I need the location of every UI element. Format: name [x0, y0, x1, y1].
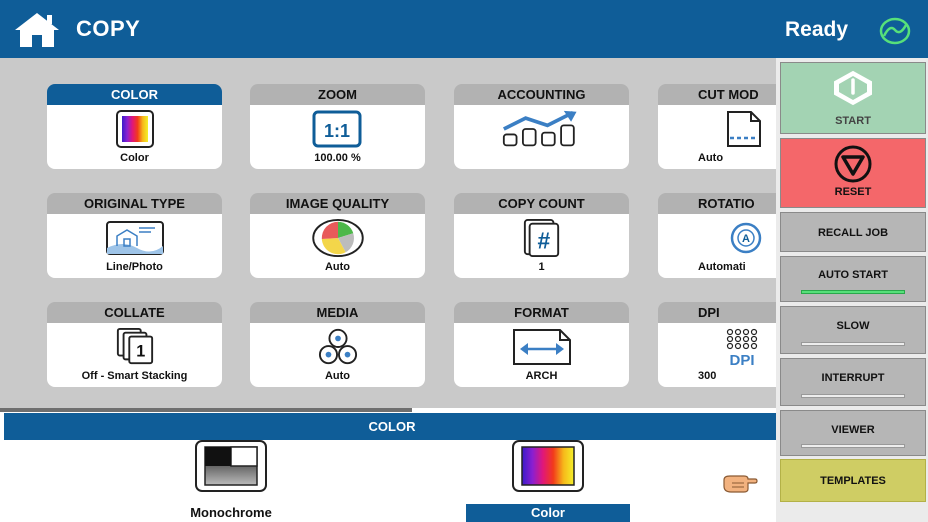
tile-accounting-label: ACCOUNTING	[454, 84, 629, 105]
interrupt-indicator	[801, 394, 905, 398]
media-rolls-icon	[318, 328, 357, 365]
tile-zoom-label: ZOOM	[250, 84, 425, 105]
slow-button[interactable]: SLOW	[780, 306, 926, 354]
option-monochrome-label[interactable]: Monochrome	[171, 504, 291, 522]
line-photo-icon	[105, 221, 164, 255]
rotation-auto-icon: A	[730, 222, 762, 254]
accounting-chart-icon	[502, 110, 577, 147]
tile-collate[interactable]: COLLATE 1 Off - Smart Stacking	[47, 302, 222, 387]
tile-collate-label: COLLATE	[47, 302, 222, 323]
templates-label: TEMPLATES	[820, 475, 886, 487]
tile-image-quality-label: IMAGE QUALITY	[250, 193, 425, 214]
auto-start-indicator	[801, 290, 905, 294]
tile-accounting[interactable]: ACCOUNTING	[454, 84, 629, 169]
tile-copy-count-value: 1	[538, 261, 545, 273]
cut-mode-icon	[727, 111, 761, 147]
reset-button-label: RESET	[834, 186, 872, 198]
zoom-icon-text: 1:1	[323, 121, 349, 141]
color-options-panel: COLOR	[0, 408, 780, 522]
tile-color-value: Color	[120, 152, 149, 164]
interrupt-button[interactable]: INTERRUPT	[780, 358, 926, 406]
recall-job-label: RECALL JOB	[817, 227, 889, 239]
color-panel-title: COLOR	[4, 413, 780, 440]
tile-format-label: FORMAT	[454, 302, 629, 323]
viewer-indicator	[801, 444, 905, 448]
tile-original-type[interactable]: ORIGINAL TYPE Line/Photo	[47, 193, 222, 278]
settings-grid: COLOR Color ZOOM 1:1 100.00 % ACCOUNTING	[0, 58, 833, 408]
tile-color[interactable]: COLOR Color	[47, 84, 222, 169]
copy-count-hash-icon: #	[523, 218, 559, 258]
tile-format[interactable]: FORMAT ARCH	[454, 302, 629, 387]
collate-icon-text: 1	[136, 343, 145, 361]
dpi-icon: DPI	[726, 328, 758, 369]
tile-copy-count-label: COPY COUNT	[454, 193, 629, 214]
tile-media[interactable]: MEDIA Auto	[250, 302, 425, 387]
tile-original-type-label: ORIGINAL TYPE	[47, 193, 222, 214]
start-power-icon	[834, 70, 872, 106]
color-gradient-icon	[115, 110, 154, 148]
interrupt-label: INTERRUPT	[821, 372, 885, 384]
zoom-1-1-icon: 1:1	[312, 110, 361, 148]
format-arrows-icon	[512, 329, 571, 365]
templates-button[interactable]: TEMPLATES	[780, 459, 926, 502]
page-title: COPY	[76, 16, 141, 41]
recall-job-button[interactable]: RECALL JOB	[780, 212, 926, 252]
tile-zoom[interactable]: ZOOM 1:1 100.00 %	[250, 84, 425, 169]
ready-power-icon	[879, 17, 911, 45]
option-color-label[interactable]: Color	[466, 504, 630, 522]
dpi-icon-text: DPI	[729, 352, 754, 369]
tile-copy-count[interactable]: COPY COUNT # 1	[454, 193, 629, 278]
tile-zoom-value: 100.00 %	[314, 152, 361, 164]
copy-count-icon-text: #	[537, 227, 550, 253]
viewer-button[interactable]: VIEWER	[780, 410, 926, 456]
tile-media-value: Auto	[324, 370, 351, 382]
status-text: Ready	[785, 18, 849, 41]
tile-image-quality[interactable]: IMAGE QUALITY Auto	[250, 193, 425, 278]
slow-label: SLOW	[836, 320, 870, 332]
reset-button[interactable]: RESET	[780, 138, 926, 208]
action-panel: START RESET RECALL JOB AUTO START SLOW I…	[776, 58, 928, 522]
pointing-hand-icon	[723, 475, 758, 493]
pie-quality-icon	[311, 218, 364, 258]
tile-format-value: ARCH	[525, 370, 558, 382]
panel-divider	[0, 408, 412, 412]
home-icon[interactable]	[12, 11, 62, 49]
monochrome-icon[interactable]	[195, 440, 267, 492]
reset-stop-icon	[834, 145, 872, 183]
start-button-label: START	[835, 115, 871, 127]
tile-media-label: MEDIA	[250, 302, 425, 323]
tile-original-type-value: Line/Photo	[106, 261, 163, 273]
viewer-label: VIEWER	[831, 424, 875, 436]
auto-start-label: AUTO START	[818, 269, 888, 281]
collate-stack-icon: 1	[116, 327, 153, 365]
tile-image-quality-value: Auto	[324, 261, 351, 273]
auto-start-button[interactable]: AUTO START	[780, 256, 926, 302]
rotation-icon-text: A	[742, 233, 750, 245]
slow-indicator	[801, 342, 905, 346]
tile-collate-value: Off - Smart Stacking	[81, 370, 188, 382]
color-option-icon[interactable]	[512, 440, 584, 492]
start-button[interactable]: START	[780, 62, 926, 134]
tile-color-label: COLOR	[47, 84, 222, 105]
top-bar: COPY Ready	[0, 0, 928, 58]
